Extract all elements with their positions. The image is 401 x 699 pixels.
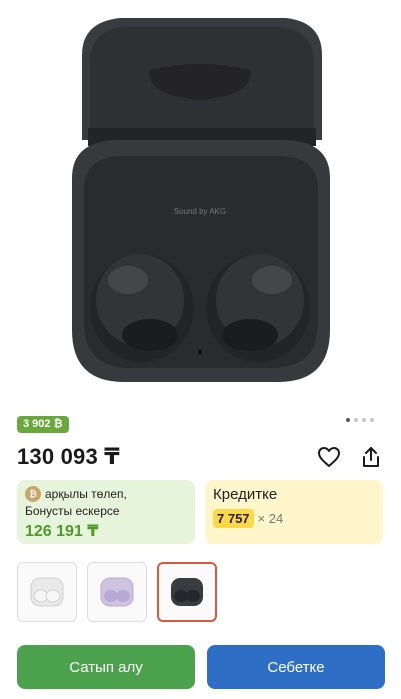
credit-card[interactable]: Кредитке 7 757 × 24: [205, 480, 383, 544]
credit-title: Кредитке: [213, 486, 278, 503]
carousel-dot[interactable]: [362, 418, 366, 422]
color-option-graphite[interactable]: [157, 562, 217, 622]
payment-line1: арқылы төлеп,: [45, 487, 127, 501]
bonus-coin-icon: ₿: [25, 486, 41, 502]
color-option-white[interactable]: [17, 562, 77, 622]
carousel-indicator: [346, 418, 374, 422]
payment-line2: Бонусты ескерсе: [25, 504, 120, 518]
buy-button[interactable]: Сатып алу: [17, 645, 195, 689]
bonus-payment-card[interactable]: ₿ арқылы төлеп, Бонусты ескерсе 126 191 …: [17, 480, 195, 544]
case-brand-label: Sound by AKG: [174, 207, 226, 216]
add-to-cart-button[interactable]: Себетке: [207, 645, 385, 689]
credit-months: × 24: [257, 511, 284, 526]
credit-monthly-amount: 7 757: [213, 509, 254, 528]
color-options: [17, 562, 217, 622]
bonus-amount: 3 902 ₿: [23, 418, 63, 430]
share-icon: [363, 447, 379, 467]
share-button[interactable]: [358, 444, 384, 470]
bonus-price: 126 191 ₸: [25, 523, 99, 540]
carousel-dot[interactable]: [370, 418, 374, 422]
carousel-dot-active[interactable]: [346, 418, 350, 422]
carousel-dot[interactable]: [354, 418, 358, 422]
heart-icon: [318, 447, 340, 467]
product-price: 130 093 ₸: [17, 444, 120, 469]
favorite-button[interactable]: [316, 444, 342, 470]
product-image[interactable]: Sound by AKG: [0, 0, 401, 408]
bonus-badge: 3 902 ₿: [17, 416, 69, 433]
color-option-lavender[interactable]: [87, 562, 147, 622]
